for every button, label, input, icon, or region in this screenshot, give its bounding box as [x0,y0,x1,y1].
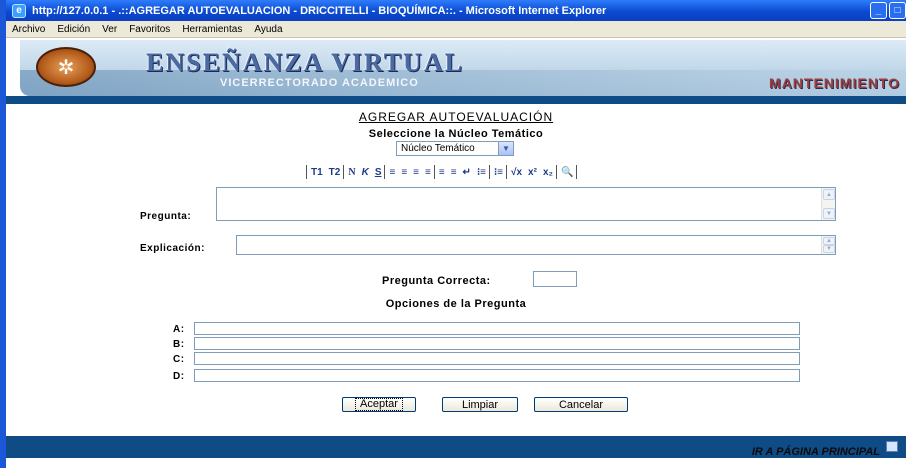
align-left-icon[interactable]: ≡ [384,165,398,179]
minimize-icon[interactable]: _ [870,2,887,19]
select-label: Seleccione la Núcleo Temático [368,128,544,140]
outdent-icon[interactable]: ≡ [448,165,460,179]
correcta-label: Pregunta Correcta: [382,275,491,287]
accept-button[interactable]: Aceptar [342,397,416,412]
ie-logo-icon: e [12,3,26,18]
align-justify-icon[interactable]: ≡ [422,165,434,179]
opciones-title: Opciones de la Pregunta [385,298,527,310]
explicacion-scrollbar[interactable]: ▲ ▼ [821,236,835,254]
brand-subtitle: VICERRECTORADO ACADEMICO [220,77,419,89]
page-content: ✲ ENSEÑANZA VIRTUAL VICERRECTORADO ACADE… [6,38,906,468]
cancel-button[interactable]: Cancelar [534,397,628,412]
underline-button[interactable]: S [372,165,385,179]
scroll-down-icon[interactable]: ▼ [823,208,835,219]
accept-button-label: Aceptar [355,398,403,411]
align-center-icon[interactable]: ≡ [398,165,410,179]
menu-favoritos[interactable]: Favoritos [123,24,176,35]
menu-ayuda[interactable]: Ayuda [248,24,288,35]
superscript-icon[interactable]: x² [525,165,540,179]
page-title-text: AGREGAR AUTOEVALUACIÓN [358,110,554,124]
title-bar: e http://127.0.0.1 - .::AGREGAR AUTOEVAL… [6,0,906,21]
option-c-label: C: [173,354,185,365]
align-right-icon[interactable]: ≡ [410,165,422,179]
option-d-label: D: [173,371,185,382]
menu-ver[interactable]: Ver [96,24,123,35]
option-c-input[interactable] [194,352,800,365]
bullet-list-icon[interactable]: ⁝≡ [488,165,506,179]
italic-button[interactable]: K [359,165,372,179]
line-break-icon[interactable]: ↵ [460,165,474,179]
sqrt-icon[interactable]: √x [505,165,525,179]
heading1-button[interactable]: T1 [306,165,326,179]
menu-edicion[interactable]: Edición [51,24,96,35]
chevron-down-icon[interactable]: ▼ [498,142,513,155]
window-title: http://127.0.0.1 - .::AGREGAR AUTOEVALUA… [32,4,607,17]
home-link[interactable]: IR A PÁGINA PRINCIPAL [752,446,880,458]
footer-bar: IR A PÁGINA PRINCIPAL [6,436,906,458]
menu-herramientas[interactable]: Herramientas [176,24,248,35]
menu-bar: Archivo Edición Ver Favoritos Herramient… [6,21,906,38]
explicacion-label: Explicación: [140,243,205,254]
option-b-input[interactable] [194,337,800,350]
window-controls: _ □ [870,2,906,19]
pregunta-textarea[interactable]: ▲ ▼ [216,187,836,221]
numbered-list-icon[interactable]: ⁝≡ [474,165,489,179]
menu-archivo[interactable]: Archivo [6,24,51,35]
header-stripe [6,96,906,104]
option-a-label: A: [173,324,185,335]
toolbar-end-divider [576,165,584,179]
heading2-button[interactable]: T2 [326,165,344,179]
scroll-down-icon[interactable]: ▼ [823,245,835,253]
clear-button-label: Limpiar [461,398,499,411]
nucleo-select-value: Núcleo Temático [401,143,475,154]
explicacion-textarea[interactable]: ▲ ▼ [236,235,836,255]
scroll-up-icon[interactable]: ▲ [823,237,835,245]
maximize-icon[interactable]: □ [889,2,906,19]
editor-toolbar: T1 T2 N K S ≡ ≡ ≡ ≡ ≡ ≡ ↵ ⁝≡ ⁝≡ √x x² x₂… [306,164,584,180]
brand-title: ENSEÑANZA VIRTUAL [146,48,464,77]
subscript-icon[interactable]: x₂ [540,165,556,179]
section-label: MANTENIMIENTO [769,75,900,91]
option-d-input[interactable] [194,369,800,382]
bold-button[interactable]: N [343,165,358,179]
clear-button[interactable]: Limpiar [442,397,518,412]
page-title: AGREGAR AUTOEVALUACIÓN [6,110,906,124]
indent-icon[interactable]: ≡ [433,165,448,179]
home-page-icon[interactable] [886,441,898,452]
option-b-label: B: [173,339,185,350]
nucleo-select[interactable]: Núcleo Temático ▼ [396,141,514,156]
search-icon[interactable]: 🔍 [555,165,576,179]
university-logo-icon: ✲ [36,47,96,87]
pregunta-scrollbar[interactable]: ▲ ▼ [821,188,835,220]
cancel-button-label: Cancelar [558,398,604,411]
option-a-input[interactable] [194,322,800,335]
correcta-input[interactable] [533,271,577,287]
pregunta-label: Pregunta: [140,211,192,222]
browser-window: e http://127.0.0.1 - .::AGREGAR AUTOEVAL… [0,0,906,468]
scroll-up-icon[interactable]: ▲ [823,189,835,200]
header-banner: ✲ ENSEÑANZA VIRTUAL VICERRECTORADO ACADE… [20,40,906,96]
